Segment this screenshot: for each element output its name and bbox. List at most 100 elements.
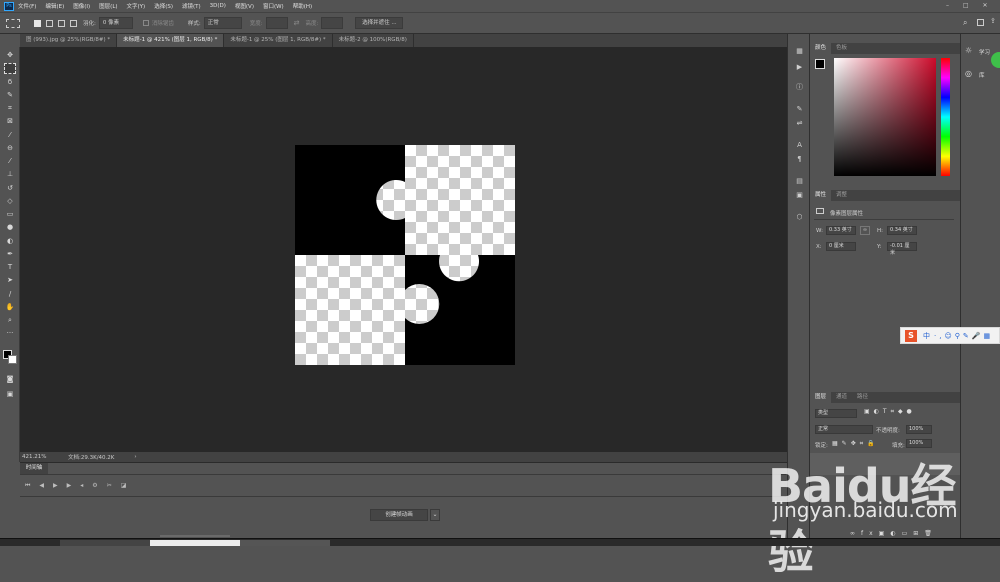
tab-document-4[interactable]: 未标题-2 @ 100%(RGB/8) <box>333 34 414 47</box>
maximize-icon[interactable]: □ <box>963 2 969 9</box>
screen-mode-icon[interactable]: ▣ <box>4 389 16 400</box>
more-tools-icon[interactable]: ··· <box>4 328 16 339</box>
quick-mask-icon[interactable]: ◙ <box>4 374 16 385</box>
crop-tool-icon[interactable]: ⌗ <box>4 103 16 114</box>
tab-color[interactable]: 颜色 <box>810 43 832 54</box>
menu-select[interactable]: 选择(S) <box>154 2 173 10</box>
timeline-tab[interactable]: 时间轴 <box>20 463 48 474</box>
y-field[interactable]: -0.01 厘米 <box>887 242 917 256</box>
height-field[interactable]: 0.34 英寸 <box>887 226 917 235</box>
share-icon[interactable]: ⇪ <box>990 17 996 25</box>
zoom-level[interactable]: 421.21% <box>22 454 68 460</box>
close-icon[interactable]: ✕ <box>983 2 988 9</box>
adjust-icon[interactable]: ⇌ <box>794 118 805 128</box>
dodge-tool-icon[interactable]: ◐ <box>4 236 16 247</box>
move-tool-icon[interactable]: ✥ <box>4 50 16 61</box>
first-frame-icon[interactable]: ⏮ <box>25 482 39 489</box>
menu-edit[interactable]: 编辑(E) <box>45 2 64 10</box>
x-field[interactable]: 0 厘米 <box>826 242 856 251</box>
tab-layers[interactable]: 图层 <box>810 392 832 403</box>
path-select-tool-icon[interactable]: ➤ <box>4 275 16 286</box>
subtract-selection-icon[interactable] <box>58 19 65 27</box>
fill-input[interactable]: 100% <box>906 439 932 448</box>
frame-tool-icon[interactable]: ⊠ <box>4 116 16 127</box>
quick-select-tool-icon[interactable]: ✎ <box>4 90 16 101</box>
next-frame-icon[interactable]: ▶ <box>67 482 81 489</box>
link-icon[interactable]: ∞ <box>860 226 870 235</box>
eraser-tool-icon[interactable]: ◇ <box>4 196 16 207</box>
history-brush-tool-icon[interactable]: ↺ <box>4 183 16 194</box>
feather-input[interactable]: 0 像素 <box>98 17 133 29</box>
swap-icon[interactable]: ⇄ <box>294 19 300 27</box>
style-select[interactable]: 正常 <box>203 17 242 29</box>
taskbar-item[interactable] <box>240 540 330 546</box>
lightbulb-icon[interactable]: ☼ <box>965 46 972 55</box>
swatches-icon[interactable]: ▣ <box>794 190 805 200</box>
menu-window[interactable]: 窗口(W) <box>263 2 284 10</box>
info-icon[interactable]: ⓘ <box>794 82 805 92</box>
sogou-logo-icon[interactable]: S <box>905 329 917 342</box>
layer-filter-select[interactable]: 类型 <box>815 409 857 418</box>
play-icon[interactable]: ▶ <box>53 482 67 489</box>
opacity-input[interactable]: 100% <box>906 425 932 434</box>
libraries-icon[interactable]: ▤ <box>794 176 805 186</box>
intersect-selection-icon[interactable] <box>70 19 77 27</box>
width-field[interactable]: 0.33 英寸 <box>826 226 856 235</box>
blur-tool-icon[interactable]: ● <box>4 222 16 233</box>
tab-adjustments[interactable]: 调整 <box>831 190 852 201</box>
background-color-swatch[interactable] <box>8 355 17 364</box>
character-icon[interactable]: A <box>794 140 805 150</box>
timeline-zoom-slider[interactable] <box>160 535 230 537</box>
transition-icon[interactable]: ◪ <box>121 482 136 489</box>
tab-document-3[interactable]: 未标题-1 @ 25% (图层 1, RGB/8#) * <box>224 34 333 47</box>
zoom-tool-icon[interactable]: ⌕ <box>4 315 16 326</box>
workspace-icon[interactable] <box>977 19 984 26</box>
add-selection-icon[interactable] <box>46 19 53 27</box>
menu-filter[interactable]: 滤镜(T) <box>182 2 201 10</box>
pen-tool-icon[interactable]: ✒ <box>4 249 16 260</box>
library-label[interactable]: 库 <box>979 71 985 79</box>
menu-3d[interactable]: 3D(D) <box>210 3 226 9</box>
menu-type[interactable]: 文字(Y) <box>127 2 146 10</box>
taskbar-item[interactable] <box>150 540 240 546</box>
tab-properties[interactable]: 属性 <box>810 190 832 201</box>
ime-language[interactable]: 中 <box>923 331 930 341</box>
marquee-tool-icon[interactable] <box>4 63 16 74</box>
actions-icon[interactable]: ▶ <box>794 62 805 72</box>
gradient-tool-icon[interactable]: ▭ <box>4 209 16 220</box>
tab-document-1[interactable]: 图 (993).jpg @ 25%(RGB/8#) * <box>20 34 118 47</box>
healing-tool-icon[interactable]: ⊖ <box>4 143 16 154</box>
3d-icon[interactable]: ⬡ <box>794 212 805 222</box>
search-icon[interactable]: ⌕ <box>963 18 967 28</box>
layer-footer-icons[interactable]: ∞fx▣◐▭⊞🗑 <box>850 530 938 537</box>
minimize-icon[interactable]: – <box>946 2 949 9</box>
history-icon[interactable]: ▦ <box>794 46 805 56</box>
prev-frame-icon[interactable]: ◀ <box>39 482 53 489</box>
menu-image[interactable]: 图像(I) <box>73 2 90 10</box>
create-frame-animation-button[interactable]: 创建帧动画 <box>370 509 428 521</box>
learn-label[interactable]: 学习 <box>979 48 990 56</box>
menu-view[interactable]: 视图(V) <box>235 2 254 10</box>
split-icon[interactable]: ✂ <box>107 482 121 489</box>
brush-settings-icon[interactable]: ✎ <box>794 104 805 114</box>
tab-paths[interactable]: 路径 <box>852 392 873 403</box>
width-input[interactable] <box>265 17 288 29</box>
select-and-mask-button[interactable]: 选择并遮住 ... <box>355 17 404 29</box>
lasso-tool-icon[interactable]: ϭ <box>4 77 16 88</box>
type-tool-icon[interactable]: T <box>4 262 16 273</box>
hue-slider[interactable] <box>941 58 950 176</box>
settings-icon[interactable]: ⚙ <box>92 482 106 489</box>
menu-file[interactable]: 文件(F) <box>18 2 36 10</box>
height-input[interactable] <box>321 17 344 29</box>
blend-mode-select[interactable]: 正常 <box>815 425 873 434</box>
tab-swatches[interactable]: 色板 <box>831 43 852 54</box>
puzzle-canvas[interactable] <box>295 145 515 365</box>
animation-dropdown-icon[interactable]: ⌄ <box>430 509 440 521</box>
tab-channels[interactable]: 通道 <box>831 392 852 403</box>
brush-tool-icon[interactable]: ⁄ <box>4 156 16 167</box>
tab-document-2[interactable]: 未标题-1 @ 421% (图层 1, RGB/8) * <box>117 34 225 47</box>
antialias-checkbox[interactable] <box>142 20 149 26</box>
hand-tool-icon[interactable]: ✋ <box>4 302 16 313</box>
status-arrow-icon[interactable]: › <box>134 454 136 460</box>
menu-layer[interactable]: 图层(L) <box>99 2 117 10</box>
